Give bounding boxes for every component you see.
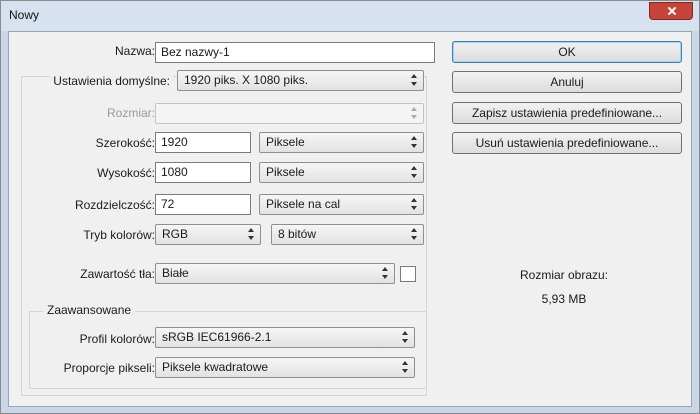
cancel-button[interactable]: Anuluj <box>452 71 682 93</box>
select-arrows-icon <box>402 361 409 374</box>
preset-label: Ustawienia domyślne: <box>50 74 173 88</box>
pixel-aspect-select[interactable]: Piksele kwadratowe <box>155 357 415 378</box>
select-arrows-icon <box>411 228 418 241</box>
width-label: Szerokość: <box>95 136 155 150</box>
ok-button[interactable]: OK <box>452 41 682 63</box>
preset-value: 1920 piks. X 1080 piks. <box>184 73 309 87</box>
height-label: Wysokość: <box>97 166 155 180</box>
width-unit-select[interactable]: Piksele <box>259 132 424 153</box>
select-arrows-icon <box>411 107 418 120</box>
color-profile-value: sRGB IEC61966-2.1 <box>162 330 272 344</box>
color-mode-select[interactable]: RGB <box>155 224 261 245</box>
background-color-swatch[interactable] <box>400 266 416 282</box>
height-unit-value: Piksele <box>266 165 305 179</box>
height-input[interactable]: 1080 <box>155 162 251 183</box>
background-value: Białe <box>162 266 189 280</box>
resolution-input[interactable]: 72 <box>155 194 251 215</box>
pixel-aspect-label: Proporcje pikseli: <box>63 361 155 375</box>
bit-depth-select[interactable]: 8 bitów <box>271 224 424 245</box>
window-title: Nowy <box>9 8 40 22</box>
title-bar[interactable]: Nowy <box>1 1 699 31</box>
close-icon[interactable] <box>649 2 693 20</box>
height-unit-select[interactable]: Piksele <box>259 162 424 183</box>
save-preset-button[interactable]: Zapisz ustawienia predefiniowane... <box>452 102 682 124</box>
advanced-title: Zaawansowane <box>43 303 136 317</box>
delete-preset-button[interactable]: Usuń ustawienia predefiniowane... <box>452 132 682 154</box>
color-profile-select[interactable]: sRGB IEC61966-2.1 <box>155 327 415 348</box>
select-arrows-icon <box>382 267 389 280</box>
resolution-label: Rozdzielczość: <box>74 198 155 212</box>
name-label: Nazwa: <box>114 44 155 58</box>
color-mode-label: Tryb kolorów: <box>83 228 155 242</box>
select-arrows-icon <box>411 198 418 211</box>
color-mode-value: RGB <box>162 227 189 241</box>
dialog-body: Nazwa: Bez nazwy-1 Ustawienia domyślne: … <box>8 31 692 407</box>
bit-depth-value: 8 bitów <box>278 227 317 241</box>
resolution-unit-value: Piksele na cal <box>266 197 341 211</box>
resolution-unit-select[interactable]: Piksele na cal <box>259 194 424 215</box>
name-input[interactable]: Bez nazwy-1 <box>155 42 435 63</box>
select-arrows-icon <box>248 228 255 241</box>
background-label: Zawartość tła: <box>80 267 155 281</box>
image-size-label: Rozmiar obrazu: <box>519 268 609 282</box>
pixel-aspect-value: Piksele kwadratowe <box>162 360 269 374</box>
size-select <box>155 103 424 124</box>
select-arrows-icon <box>411 74 418 87</box>
size-label: Rozmiar: <box>106 106 155 120</box>
select-arrows-icon <box>411 136 418 149</box>
select-arrows-icon <box>402 331 409 344</box>
image-size-value: 5,93 MB <box>541 292 587 306</box>
preset-select[interactable]: 1920 piks. X 1080 piks. <box>177 70 424 91</box>
width-unit-value: Piksele <box>266 135 305 149</box>
new-document-dialog: Nowy Nazwa: Bez nazwy-1 Ustawienia domyś… <box>0 0 700 414</box>
width-input[interactable]: 1920 <box>155 132 251 153</box>
color-profile-label: Profil kolorów: <box>79 332 155 346</box>
background-select[interactable]: Białe <box>155 263 395 284</box>
select-arrows-icon <box>411 166 418 179</box>
